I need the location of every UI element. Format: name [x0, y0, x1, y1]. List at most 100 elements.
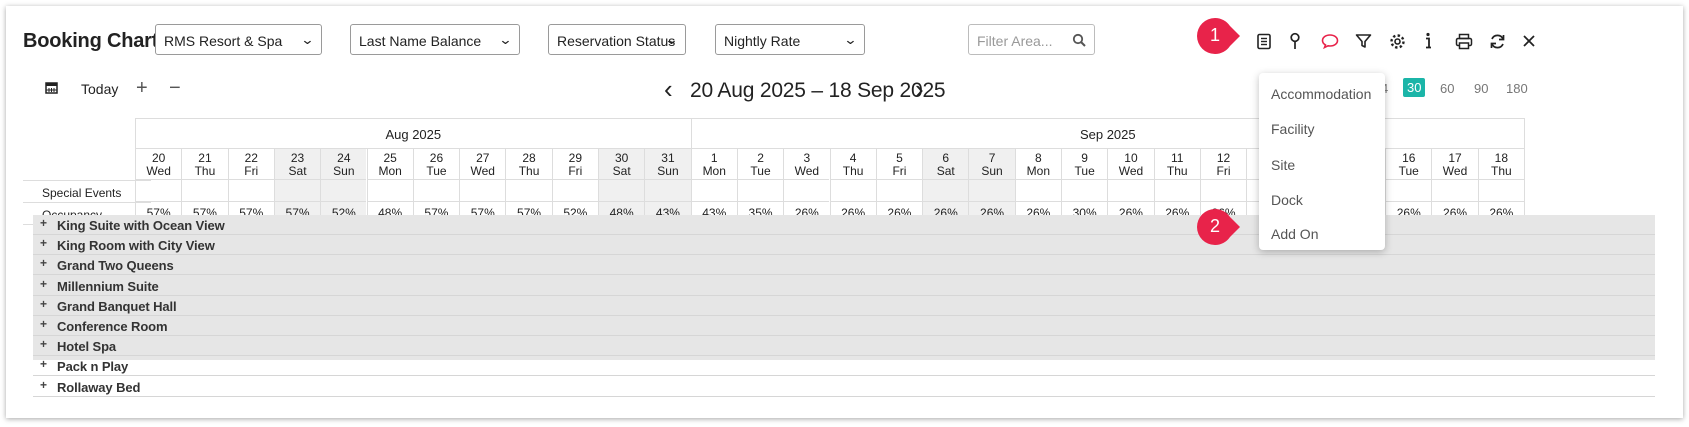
special-event-cell[interactable]: [1385, 180, 1432, 202]
prev-range-button[interactable]: ‹: [664, 74, 673, 105]
info-icon[interactable]: [1417, 30, 1439, 52]
filter-area-input[interactable]: Filter Area...: [968, 24, 1095, 55]
room-type-row[interactable]: + Conference Room: [33, 316, 1655, 336]
day-of-week: Mon: [1026, 164, 1050, 178]
sort-select[interactable]: Last Name Balance ⌄: [350, 24, 520, 55]
special-event-cell[interactable]: [829, 180, 876, 202]
zoom-out-button[interactable]: −: [169, 77, 181, 100]
room-type-row[interactable]: + Pack n Play: [33, 356, 1655, 377]
expand-plus-icon[interactable]: +: [40, 378, 47, 392]
gear-icon[interactable]: [1386, 30, 1408, 52]
print-icon[interactable]: [1453, 30, 1475, 52]
special-event-cell[interactable]: [968, 180, 1015, 202]
special-event-cell[interactable]: [227, 180, 274, 202]
expand-plus-icon[interactable]: +: [40, 317, 47, 331]
special-event-cell[interactable]: [459, 180, 506, 202]
special-event-cell[interactable]: [135, 180, 182, 202]
special-event-cell[interactable]: [273, 180, 321, 202]
special-event-cell[interactable]: [875, 180, 923, 202]
special-event-cell[interactable]: [1199, 180, 1247, 202]
special-event-cell[interactable]: [1014, 180, 1061, 202]
room-type-row[interactable]: + Grand Two Queens: [33, 255, 1655, 276]
menu-item-facility[interactable]: Facility: [1271, 121, 1315, 137]
month-header: Sep 2025: [690, 118, 1524, 149]
rate-select[interactable]: Nightly Rate ⌄: [715, 24, 865, 55]
room-type-row[interactable]: + Grand Banquet Hall: [33, 296, 1655, 316]
day-of-week: Sat: [612, 164, 631, 178]
special-event-cell[interactable]: [320, 180, 367, 202]
chevron-down-icon: ⌄: [664, 32, 679, 47]
day-of-week: Fri: [244, 164, 259, 178]
expand-plus-icon[interactable]: +: [40, 256, 47, 270]
special-event-cell[interactable]: [736, 180, 784, 202]
menu-item-site[interactable]: Site: [1271, 157, 1295, 173]
room-type-row[interactable]: + Rollaway Bed: [33, 377, 1655, 397]
day-of-week: Wed: [1442, 164, 1468, 178]
expand-plus-icon[interactable]: +: [40, 297, 47, 311]
status-select[interactable]: Reservation Status ⌄: [548, 24, 686, 55]
day-header: 5 Fri: [875, 149, 923, 180]
calendar-icon[interactable]: [45, 81, 58, 97]
status-select-value: Reservation Status: [557, 33, 676, 49]
days-60-option[interactable]: 60: [1440, 81, 1454, 96]
special-event-cell[interactable]: [783, 180, 830, 202]
special-event-cell[interactable]: [1477, 180, 1524, 202]
special-event-cell[interactable]: [922, 180, 969, 202]
day-header: 29 Fri: [551, 149, 598, 180]
expand-plus-icon[interactable]: +: [40, 236, 47, 250]
day-of-week: Sun: [981, 164, 1003, 178]
zoom-in-button[interactable]: +: [136, 77, 148, 100]
next-range-button[interactable]: ›: [915, 74, 924, 105]
day-of-week: Wed: [146, 164, 171, 178]
callout-number: 1: [1209, 25, 1220, 45]
day-of-week: Sun: [657, 164, 679, 178]
special-event-cell[interactable]: [1061, 180, 1108, 202]
special-event-cell[interactable]: [1153, 180, 1200, 202]
area-type-menu: Accommodation Facility Site Dock Add On: [1259, 73, 1385, 250]
day-header: 1 Mon: [690, 149, 737, 180]
menu-item-add-on[interactable]: Add On: [1271, 226, 1318, 242]
expand-plus-icon[interactable]: +: [40, 357, 47, 371]
special-event-cell[interactable]: [181, 180, 228, 202]
menu-item-dock[interactable]: Dock: [1271, 192, 1303, 208]
day-of-week: Tue: [1398, 164, 1419, 178]
special-event-cell[interactable]: [644, 180, 691, 202]
today-button[interactable]: Today: [81, 81, 118, 97]
special-event-cell[interactable]: [551, 180, 598, 202]
toolbar: Booking Chart RMS Resort & Spa ⌄ Last Na…: [6, 6, 1683, 69]
property-select[interactable]: RMS Resort & Spa ⌄: [155, 24, 322, 55]
special-event-cell[interactable]: [1107, 180, 1154, 202]
search-icon: [1072, 33, 1086, 47]
room-type-row[interactable]: + Millennium Suite: [33, 276, 1655, 296]
special-event-cell[interactable]: [690, 180, 737, 202]
list-icon[interactable]: [1253, 30, 1275, 52]
menu-item-accommodation[interactable]: Accommodation: [1271, 86, 1371, 102]
day-header: 25 Mon: [366, 149, 413, 180]
special-event-cell[interactable]: [505, 180, 552, 202]
special-event-cell[interactable]: [412, 180, 460, 202]
close-icon[interactable]: [1518, 30, 1540, 52]
room-type-name: Millennium Suite: [57, 278, 159, 294]
room-type-row[interactable]: + King Suite with Ocean View: [33, 215, 1655, 235]
day-of-week: Wed: [1118, 164, 1144, 178]
special-event-cell[interactable]: [366, 180, 413, 202]
chat-icon[interactable]: [1319, 30, 1341, 52]
day-header: 3 Wed: [783, 149, 830, 180]
expand-plus-icon[interactable]: +: [40, 277, 47, 291]
refresh-icon[interactable]: [1486, 30, 1508, 52]
days-30-option[interactable]: 30: [1403, 78, 1426, 97]
room-type-row[interactable]: + King Room with City View: [33, 235, 1655, 256]
filter-icon[interactable]: [1352, 30, 1374, 52]
page-title: Booking Chart: [23, 30, 159, 52]
days-90-option[interactable]: 90: [1474, 81, 1488, 96]
day-of-week: Sat: [936, 164, 955, 178]
day-header: 9 Tue: [1061, 149, 1108, 180]
map-pin-icon[interactable]: [1284, 30, 1306, 52]
room-type-row[interactable]: + Hotel Spa: [33, 336, 1655, 357]
expand-plus-icon[interactable]: +: [40, 337, 47, 351]
special-events-label: Special Events: [42, 186, 122, 200]
expand-plus-icon[interactable]: +: [40, 216, 47, 230]
special-event-cell[interactable]: [1431, 180, 1478, 202]
special-event-cell[interactable]: [598, 180, 645, 202]
days-180-option[interactable]: 180: [1506, 81, 1528, 96]
